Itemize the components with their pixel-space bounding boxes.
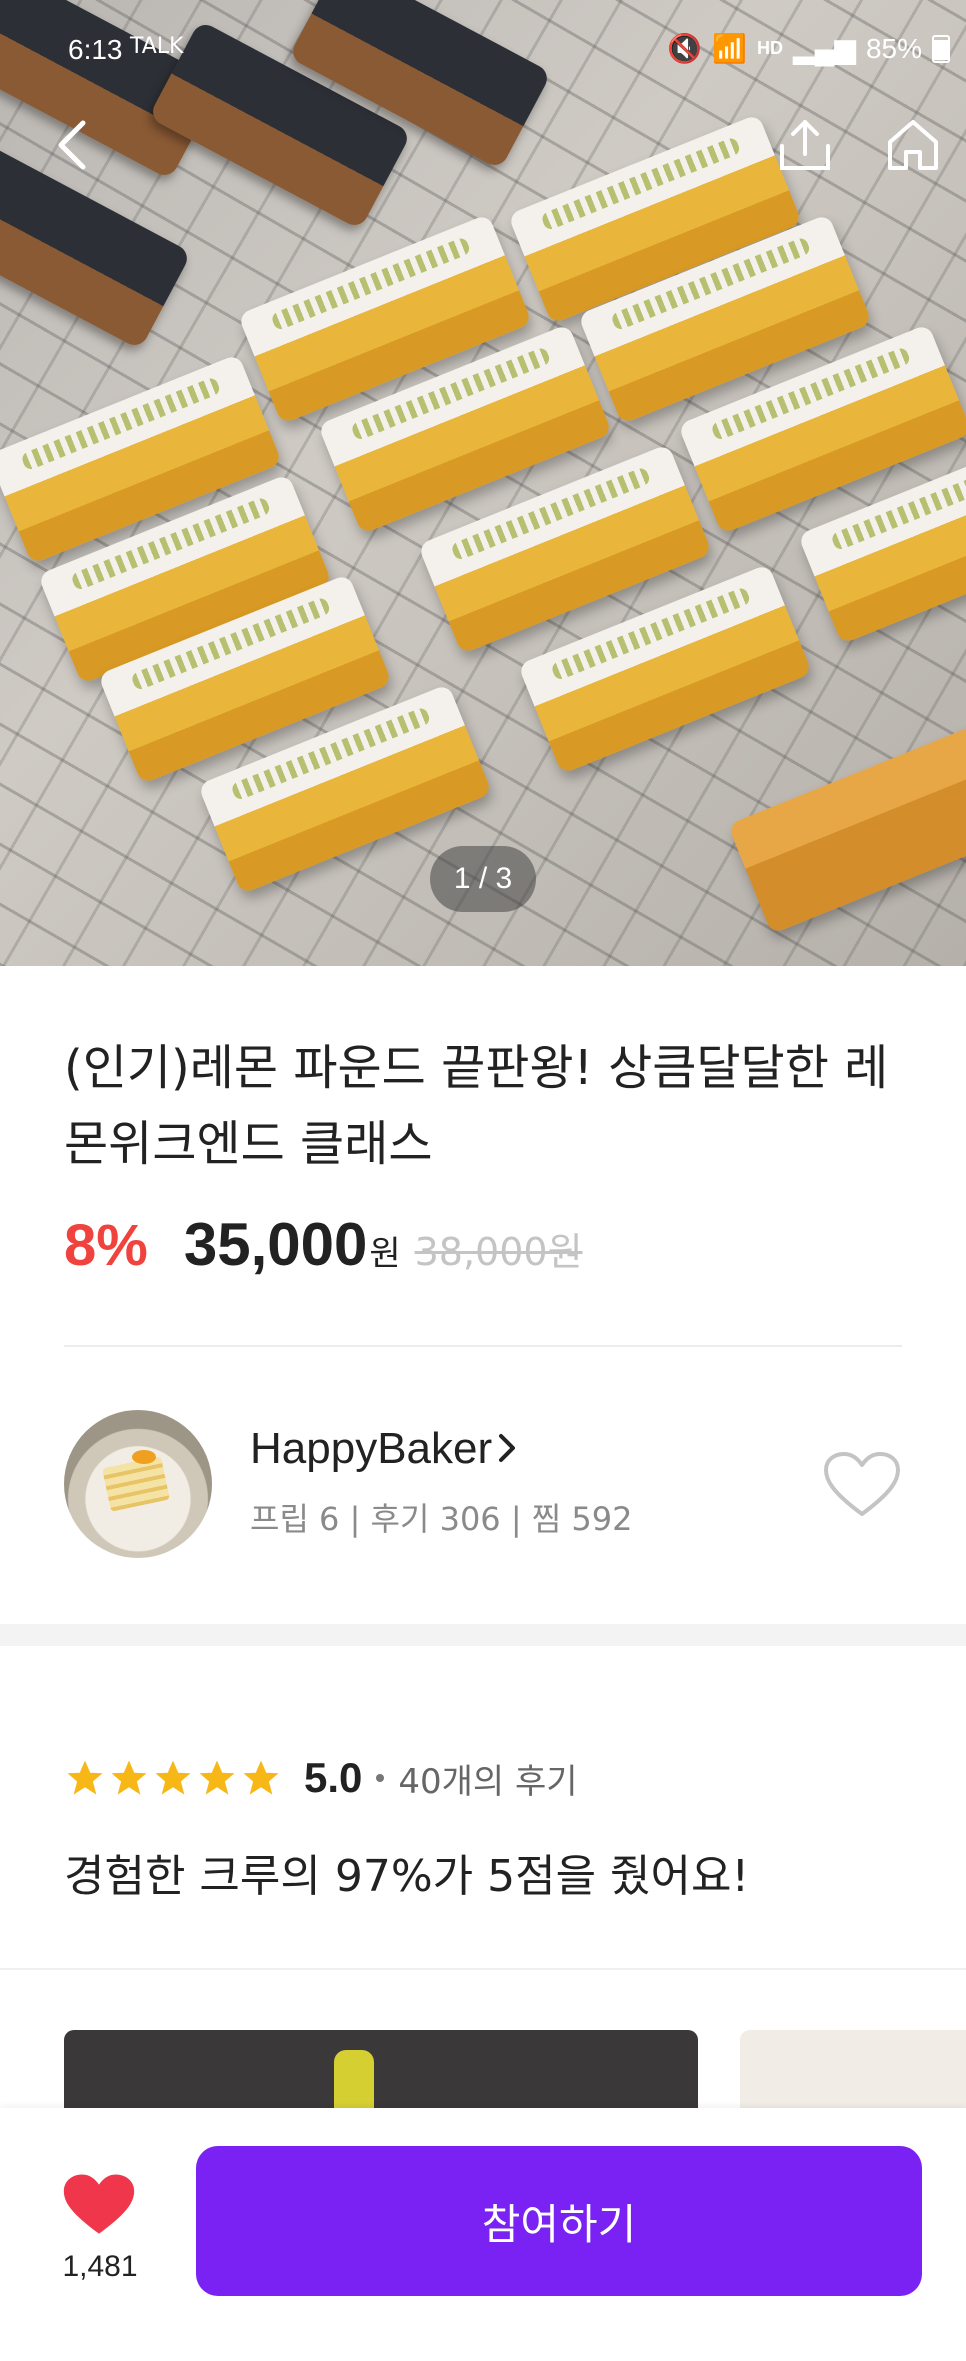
battery-icon (932, 34, 950, 63)
follow-heart-button[interactable] (822, 1450, 902, 1520)
battery-percent: 85% (865, 32, 922, 64)
review-count[interactable]: 40개의 후기 (398, 1754, 577, 1803)
host-section[interactable]: HappyBaker 프립 6 | 후기 306 | 찜 592 (64, 1410, 902, 1560)
rating-row[interactable]: 5.0 40개의 후기 (64, 1750, 578, 1806)
heart-outline-icon (824, 1452, 900, 1516)
sale-price: 35,000 (183, 1211, 368, 1278)
like-count: 1,481 (62, 2250, 138, 2283)
signal-icon: ▂▄▆ (793, 33, 856, 64)
original-price: 38,000원 (414, 1230, 583, 1274)
star-icon (155, 1760, 191, 1795)
product-image-carousel[interactable]: 6:13 TALK 🔇 📶 HD ▂▄▆ 85% 1 / 3 (0, 0, 966, 966)
status-bar: 6:13 TALK 🔇 📶 HD ▂▄▆ 85% (0, 0, 966, 100)
page-indicator: 1 / 3 (430, 846, 536, 912)
host-name[interactable]: HappyBaker (250, 1424, 492, 1474)
star-rating (64, 1757, 282, 1799)
home-icon (888, 120, 938, 170)
back-button[interactable] (36, 110, 106, 180)
hd-voice-icon: HD (757, 38, 784, 58)
join-button[interactable]: 참여하기 (196, 2146, 922, 2296)
separator-dot (376, 1774, 385, 1782)
status-right: 🔇 📶 HD ▂▄▆ 85% (667, 32, 950, 65)
divider (0, 1968, 966, 1970)
price-unit: 원 (369, 1234, 401, 1274)
talk-icon: TALK (130, 34, 184, 59)
discount-rate: 8% (64, 1213, 148, 1278)
star-icon (243, 1760, 279, 1795)
like-button[interactable] (62, 2172, 136, 2238)
star-icon (67, 1760, 103, 1795)
star-icon (199, 1760, 235, 1795)
section-separator (0, 1624, 966, 1646)
cake-topping (132, 1450, 156, 1464)
product-title: (인기)레몬 파운드 끝판왕! 상큼달달한 레몬위크엔드 클래스 (64, 1040, 889, 1172)
cake-slice (102, 1456, 170, 1512)
rating-summary: 경험한 크루의 97%가 5점을 줬어요! (64, 1851, 750, 1902)
share-button[interactable] (770, 110, 840, 180)
status-icons: TALK 🔇 📶 HD ▂▄▆ 85% (70, 24, 950, 64)
home-button[interactable] (878, 110, 948, 180)
avatar[interactable] (64, 1410, 212, 1558)
share-icon (780, 120, 830, 170)
rating-score: 5.0 (304, 1754, 363, 1801)
back-arrow-icon (58, 120, 86, 170)
star-icon (111, 1760, 147, 1795)
heart-filled-icon (63, 2174, 135, 2234)
wifi-icon: 📶 (712, 33, 748, 64)
chevron-right-icon (499, 1434, 515, 1462)
divider (64, 1345, 902, 1347)
mute-icon: 🔇 (667, 33, 703, 64)
price-row: 8% 35,000 원 38,000원 (64, 1210, 583, 1280)
host-stats: 프립 6 | 후기 306 | 찜 592 (250, 1500, 633, 1538)
